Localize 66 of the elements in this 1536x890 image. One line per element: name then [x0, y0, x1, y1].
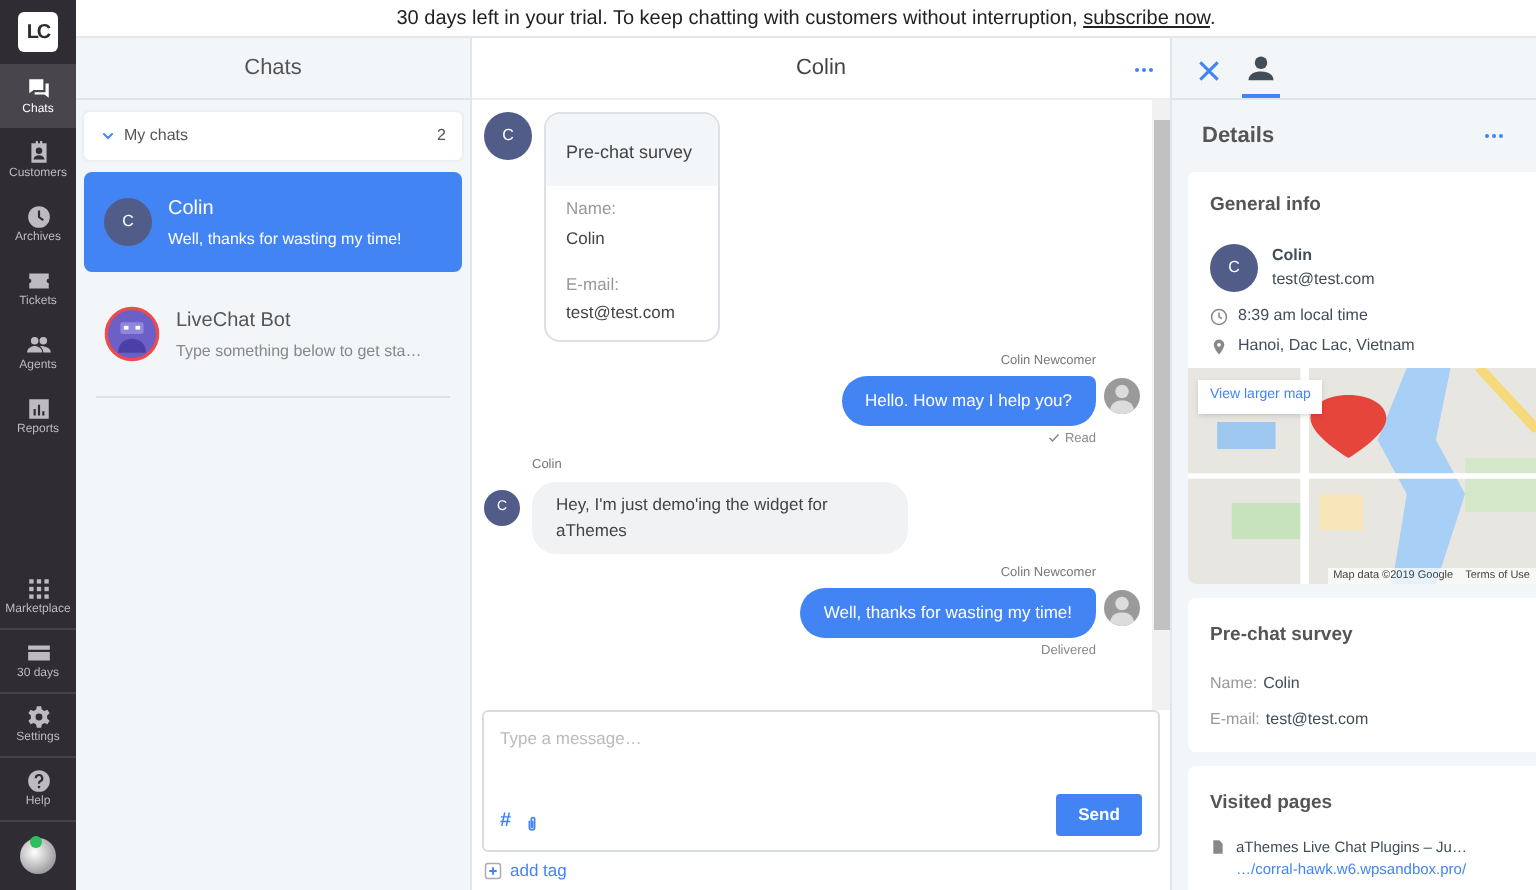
- message-bubble: Hello. How may I help you?: [841, 375, 1096, 425]
- contact-email: test@test.com: [1272, 268, 1375, 293]
- paperclip-icon: [523, 814, 540, 834]
- plus-icon: [484, 862, 502, 880]
- check-icon: [1048, 432, 1061, 445]
- contact-name: Colin: [168, 195, 216, 223]
- user-silhouette-icon: [1104, 589, 1140, 626]
- details-title: Details: [1202, 121, 1275, 152]
- scrollbar[interactable]: [1152, 100, 1170, 710]
- card-title: General info: [1210, 192, 1323, 220]
- add-tag-link[interactable]: add tag: [510, 858, 567, 884]
- document-icon: [1210, 837, 1226, 856]
- field-value: test@test.com: [566, 300, 677, 326]
- avatar: C: [104, 198, 152, 246]
- group-label: My chats: [124, 124, 191, 148]
- people-icon: [25, 331, 51, 357]
- avatar: C: [1210, 244, 1258, 293]
- chat-list-item[interactable]: C Colin Well, thanks for wasting my time!: [84, 172, 462, 272]
- group-header[interactable]: My chats 2: [84, 112, 462, 160]
- hashtag-button[interactable]: #: [500, 806, 512, 836]
- card-title: Visited pages: [1210, 789, 1335, 817]
- chat-list-item[interactable]: LiveChat Bot Type something below to get sta…: [84, 284, 462, 384]
- message-composer[interactable]: Type a message… # Send: [482, 710, 1160, 852]
- card-title: Pre-chat survey: [1210, 622, 1355, 651]
- panel-title: Chats: [244, 53, 302, 84]
- clock-icon: [1210, 307, 1228, 326]
- robot-icon: [104, 306, 160, 362]
- avatar: C: [484, 112, 532, 160]
- message-bubble: Well, thanks for wasting my time!: [799, 587, 1096, 637]
- person-icon: [1246, 54, 1276, 84]
- chat-title: Colin: [795, 53, 847, 84]
- location: Hanoi, Dac Lac, Vietnam: [1238, 334, 1415, 359]
- user-silhouette-icon: [1104, 377, 1140, 414]
- chat-bubbles-icon: [25, 75, 51, 101]
- grid-icon: [25, 576, 51, 602]
- send-button[interactable]: Send: [1056, 794, 1142, 836]
- field-value: test@test.com: [1265, 707, 1369, 731]
- help-icon: [25, 768, 51, 794]
- details-tab[interactable]: [1242, 54, 1280, 98]
- subscribe-link[interactable]: subscribe now: [1083, 7, 1210, 29]
- close-icon: [1196, 58, 1222, 84]
- ticket-icon: [25, 267, 51, 293]
- message-preview: Type something below to get sta…: [176, 339, 422, 363]
- message-bubble: Hey, I'm just demo'ing the widget for aThemes: [532, 482, 908, 554]
- bar-chart-icon: [25, 395, 51, 421]
- field-label: Name:: [566, 196, 619, 222]
- chevron-icon: [100, 128, 116, 144]
- contact-card-icon: [25, 139, 51, 165]
- field-value: Colin: [1263, 671, 1300, 695]
- field-label: E-mail:: [1210, 707, 1260, 731]
- survey-title: Pre-chat survey: [566, 142, 693, 162]
- field-label: Name:: [1210, 671, 1258, 695]
- contact-name: Colin: [1272, 244, 1314, 269]
- settings-icon: [25, 704, 51, 730]
- location-pin-icon: [1210, 337, 1228, 356]
- contact-name: LiveChat Bot: [176, 307, 293, 335]
- clock-icon: [25, 203, 51, 229]
- message-preview: Well, thanks for wasting my time!: [168, 227, 402, 251]
- card-icon: [25, 640, 51, 666]
- user-avatar[interactable]: [20, 838, 56, 874]
- trial-banner-text: 30 days left in your trial. To keep chatting with customers without interruption, subscribe now.: [396, 5, 1216, 33]
- chat-count: 2: [437, 124, 446, 148]
- local-time: 8:39 am local time: [1238, 304, 1368, 329]
- field-label: E-mail:: [566, 271, 621, 297]
- logo: LC: [18, 12, 58, 52]
- field-value: Colin: [566, 225, 607, 251]
